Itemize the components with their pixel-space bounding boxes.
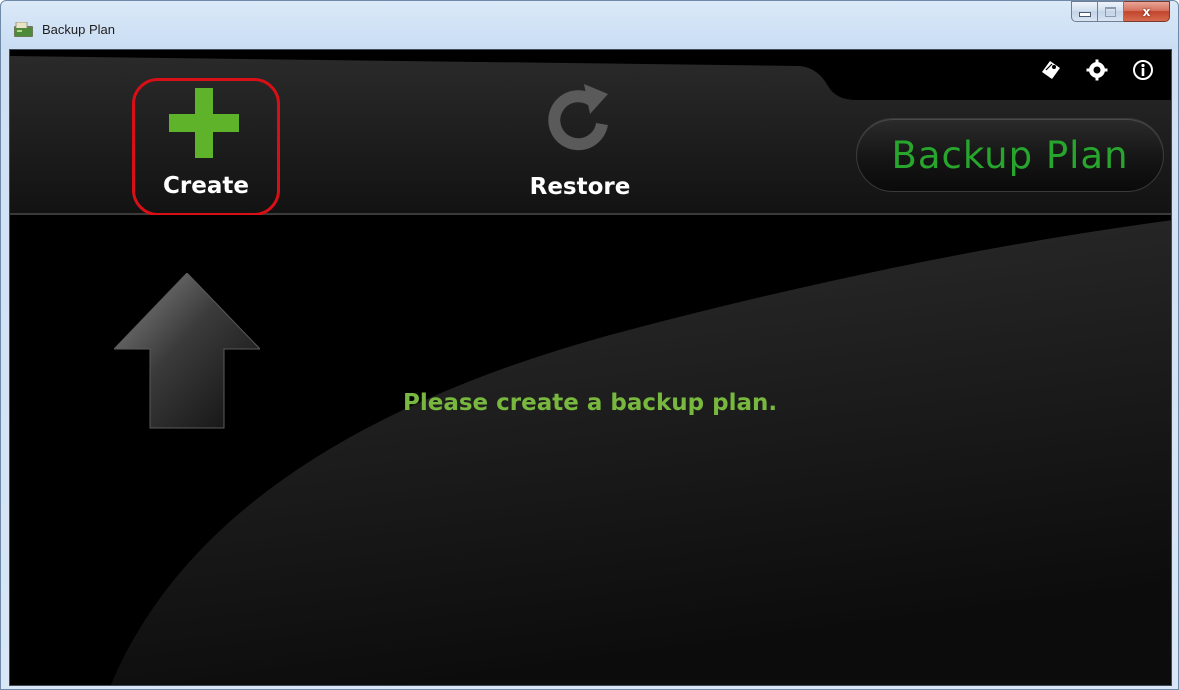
close-button[interactable]: x: [1124, 1, 1170, 22]
app-client-area: Create Restore Backup Plan Please create…: [9, 49, 1172, 686]
window-title: Backup Plan: [42, 22, 115, 37]
tag-icon[interactable]: [1039, 58, 1063, 82]
close-icon: x: [1142, 4, 1151, 19]
info-icon[interactable]: [1131, 58, 1155, 82]
refresh-icon: [548, 84, 608, 151]
window-controls: x: [1071, 1, 1170, 23]
empty-state-message: Please create a backup plan.: [403, 390, 778, 416]
arrow-up-icon: [114, 273, 260, 429]
title-bar[interactable]: Backup Plan x: [1, 1, 1178, 47]
plus-icon: [169, 88, 239, 158]
brand-label: Backup Plan: [891, 133, 1129, 177]
maximize-button[interactable]: [1098, 1, 1124, 22]
create-button[interactable]: Create: [132, 78, 280, 216]
app-icon: [14, 22, 33, 37]
maximize-icon: [1105, 6, 1116, 17]
minimize-button[interactable]: [1071, 1, 1098, 22]
toolbar-icons: [1039, 58, 1155, 82]
create-label: Create: [163, 173, 249, 199]
restore-button[interactable]: Restore: [500, 80, 660, 200]
minimize-icon: [1078, 12, 1091, 17]
brand-badge: Backup Plan: [856, 118, 1164, 192]
main-content: Please create a backup plan.: [10, 215, 1171, 685]
app-window: Backup Plan x Create Restore Backup Plan…: [0, 0, 1179, 690]
gear-icon[interactable]: [1085, 58, 1109, 82]
restore-label: Restore: [529, 174, 631, 200]
